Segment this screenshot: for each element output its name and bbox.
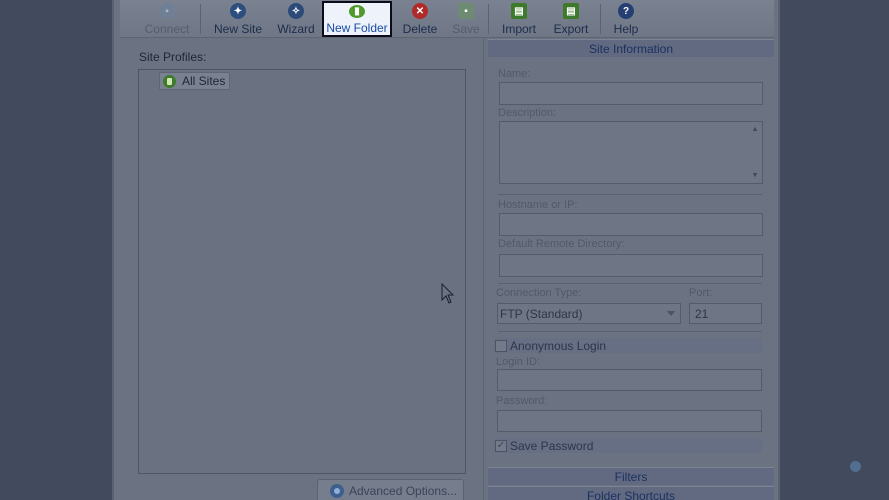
- tree-item-label: All Sites: [182, 74, 226, 88]
- save-icon: ▪: [458, 3, 474, 19]
- advanced-options-label: Advanced Options...: [349, 484, 458, 498]
- wizard-icon: ✧: [288, 3, 304, 19]
- new-site-button[interactable]: ✦ New Site: [206, 0, 270, 38]
- delete-button[interactable]: ✕ Delete: [398, 0, 442, 38]
- new-folder-label: New Folder: [326, 21, 388, 35]
- new-site-icon: ✦: [230, 3, 246, 19]
- remote-directory-field[interactable]: [499, 254, 763, 277]
- delete-icon: ✕: [412, 3, 428, 19]
- help-button[interactable]: ? Help: [608, 0, 644, 38]
- login-id-label: Login ID:: [496, 356, 541, 368]
- tray-icon: [850, 461, 861, 472]
- connection-type-value: FTP (Standard): [500, 307, 583, 321]
- divider: [498, 283, 762, 284]
- site-profiles-pane: Site Profiles: All Sites Advanced Option…: [120, 38, 484, 500]
- new-site-label: New Site: [213, 22, 263, 36]
- toolbar-separator: [600, 4, 601, 34]
- help-label: Help: [613, 22, 639, 36]
- site-manager-window: ◦ Connect ✦ New Site ✧ Wizard ▮ New Fold…: [112, 0, 780, 500]
- save-password-row[interactable]: ✓ Save Password: [494, 438, 762, 453]
- export-button[interactable]: ▤ Export: [546, 0, 596, 38]
- gear-icon: [330, 484, 344, 498]
- desktop-background-right: [780, 0, 889, 500]
- save-button[interactable]: ▪ Save: [448, 0, 484, 38]
- new-folder-icon: ▮: [349, 5, 365, 18]
- site-information-header[interactable]: Site Information: [488, 39, 774, 57]
- hostname-field[interactable]: [499, 213, 763, 236]
- import-button[interactable]: ▤ Import: [496, 0, 542, 38]
- tree-item-all-sites[interactable]: All Sites: [159, 72, 231, 90]
- help-icon: ?: [618, 3, 634, 19]
- scroll-down-icon[interactable]: ▼: [751, 172, 759, 179]
- delete-label: Delete: [402, 22, 438, 36]
- name-field[interactable]: [499, 82, 763, 105]
- port-value: 21: [695, 307, 709, 321]
- mouse-cursor-icon: [441, 283, 455, 304]
- anonymous-login-label: Anonymous Login: [510, 338, 607, 353]
- connection-type-select[interactable]: FTP (Standard): [497, 303, 681, 324]
- port-label: Port:: [689, 287, 713, 299]
- desktop-background-left: [0, 0, 112, 500]
- new-folder-button[interactable]: ▮ New Folder: [322, 1, 392, 37]
- toolbar: ◦ Connect ✦ New Site ✧ Wizard ▮ New Fold…: [120, 0, 774, 38]
- connect-icon: ◦: [159, 3, 175, 19]
- toolbar-separator: [200, 4, 201, 34]
- folder-shortcuts-header[interactable]: Folder Shortcuts: [488, 486, 774, 500]
- import-icon: ▤: [511, 3, 527, 19]
- scroll-up-icon[interactable]: ▲: [751, 126, 759, 133]
- description-field[interactable]: ▲ ▼: [499, 121, 763, 184]
- save-password-checkbox[interactable]: ✓: [495, 439, 507, 452]
- site-information-pane: Site Information Name: Description: ▲ ▼ …: [486, 38, 774, 500]
- remote-directory-label: Default Remote Directory:: [498, 238, 625, 250]
- all-sites-icon: [163, 74, 176, 88]
- connection-type-label: Connection Type:: [496, 287, 582, 299]
- connect-label: Connect: [144, 22, 190, 36]
- connect-button[interactable]: ◦ Connect: [137, 0, 197, 38]
- anonymous-login-checkbox[interactable]: [495, 339, 507, 352]
- name-label: Name:: [498, 68, 531, 80]
- advanced-options-button[interactable]: Advanced Options...: [317, 479, 464, 500]
- export-label: Export: [553, 22, 589, 36]
- site-profiles-label: Site Profiles:: [139, 50, 207, 64]
- chevron-down-icon: [667, 311, 675, 316]
- password-label: Password:: [496, 395, 548, 407]
- divider: [498, 194, 762, 195]
- password-field[interactable]: [497, 410, 762, 432]
- filters-header[interactable]: Filters: [488, 467, 774, 485]
- import-label: Import: [501, 22, 536, 36]
- toolbar-separator: [488, 4, 489, 34]
- anonymous-login-row[interactable]: Anonymous Login: [494, 338, 762, 353]
- export-icon: ▤: [563, 3, 579, 19]
- port-field[interactable]: 21: [689, 303, 762, 324]
- hostname-label: Hostname or IP:: [498, 199, 578, 211]
- description-label: Description:: [498, 107, 557, 119]
- wizard-button[interactable]: ✧ Wizard: [270, 0, 322, 38]
- login-id-field[interactable]: [497, 369, 762, 391]
- save-label: Save: [452, 22, 480, 36]
- save-password-label: Save Password: [510, 438, 594, 453]
- divider: [498, 331, 762, 332]
- wizard-label: Wizard: [277, 22, 315, 36]
- site-tree[interactable]: All Sites: [138, 69, 466, 474]
